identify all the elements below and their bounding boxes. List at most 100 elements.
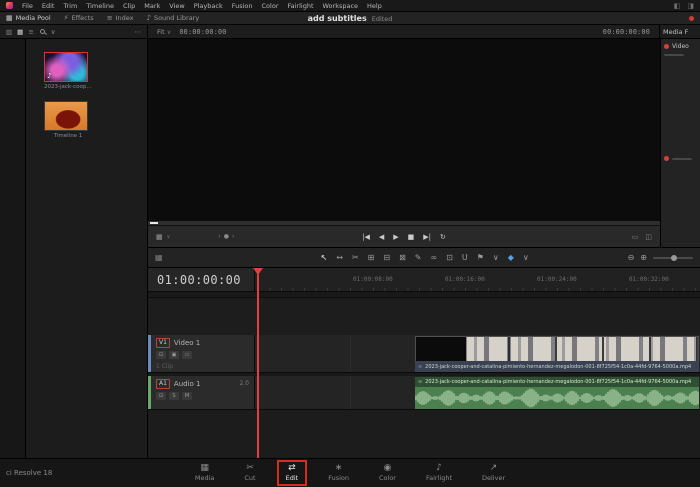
index-button[interactable]: ≡ Index <box>107 14 134 22</box>
page-edit-button[interactable]: ⇄ Edit <box>276 460 308 486</box>
playhead[interactable] <box>257 268 259 458</box>
media-pool-button[interactable]: ▦ Media Pool <box>6 14 51 22</box>
thumbnail-view-button[interactable]: ▦ <box>17 28 23 36</box>
linked-selection-button[interactable]: ∞ <box>430 253 437 262</box>
go-to-start-button[interactable]: |◀ <box>362 233 370 241</box>
panel-slider[interactable] <box>672 157 692 160</box>
timeline-video-clip[interactable]: ∞ 2023-jack-cooper-and-catalina-pimiento… <box>415 336 699 372</box>
panel-slider[interactable] <box>664 54 684 56</box>
menu-item[interactable]: Clip <box>123 2 135 10</box>
page-color-button[interactable]: ◉ Color <box>372 462 403 484</box>
page-fusion-button[interactable]: ∗ Fusion <box>321 462 356 484</box>
video-track-destination-badge[interactable]: V1 <box>156 338 170 348</box>
menu-item[interactable]: Fusion <box>232 2 253 10</box>
insert-clip-button[interactable]: ⊞ <box>368 253 375 262</box>
audio-track-destination-badge[interactable]: A1 <box>156 379 170 389</box>
zoom-fit-dropdown[interactable]: Fit ∨ <box>157 28 171 36</box>
timeline-audio-clip[interactable]: ∞ 2023-jack-cooper-and-catalina-pimiento… <box>415 377 699 409</box>
menu-item[interactable]: File <box>22 2 33 10</box>
record-enable-icon[interactable] <box>664 156 669 161</box>
jog-dot[interactable]: ● <box>224 233 229 240</box>
overwrite-clip-button[interactable]: ⊟ <box>383 253 390 262</box>
replace-clip-button[interactable]: ⊠ <box>399 253 406 262</box>
sort-dropdown-caret[interactable]: ∨ <box>51 28 56 36</box>
jog-back-button[interactable]: ‹ <box>218 233 220 240</box>
layout-right-icon[interactable]: ◨ <box>687 2 694 10</box>
audio-channel-count: 2.0 <box>239 380 249 387</box>
stop-button[interactable]: ■ <box>408 233 415 241</box>
mute-button[interactable]: M <box>182 392 192 400</box>
sub-toolbar-row: ▥ ▦ ≡ ∨ ⋯ Fit ∨ 00:00:00:00 00:00:00:00 Me… <box>0 25 700 39</box>
step-back-button[interactable]: ◀ <box>379 233 384 241</box>
menu-item[interactable]: Trim <box>63 2 77 10</box>
expand-viewer-icon[interactable]: ◫ <box>645 233 652 241</box>
video-track-name[interactable]: Video 1 <box>174 339 200 347</box>
bin-list-strip[interactable] <box>0 39 26 458</box>
menu-item[interactable]: Playback <box>194 2 223 10</box>
audio-track-lane[interactable]: ∞ 2023-jack-cooper-and-catalina-pimiento… <box>255 376 700 410</box>
razor-tool[interactable]: ✂ <box>352 253 359 262</box>
jog-forward-button[interactable]: › <box>232 233 234 240</box>
menu-item[interactable]: Timeline <box>86 2 114 10</box>
source-timeline-dropdown[interactable]: ▦ ∨ <box>156 233 170 241</box>
more-options-button[interactable]: ⋯ <box>135 28 142 36</box>
track-enable-icon[interactable]: ▭ <box>182 351 192 359</box>
list-view-button[interactable]: ≡ <box>28 28 33 36</box>
position-lock-button[interactable]: ⊡ <box>446 253 453 262</box>
menu-item[interactable]: Color <box>262 2 279 10</box>
layout-left-icon[interactable]: ◧ <box>674 2 681 10</box>
menu-item[interactable]: Mark <box>144 2 160 10</box>
import-media-icon[interactable]: ▥ <box>6 28 12 36</box>
timeline-ruler[interactable]: 01:00:08:00 01:00:16:00 01:00:24:00 01:00:3… <box>255 268 700 292</box>
flag-button[interactable]: ⚑ <box>477 253 484 262</box>
media-clip-thumbnail[interactable]: ♪ <box>44 52 88 82</box>
menu-item[interactable]: Workspace <box>323 2 359 10</box>
status-indicator-icon[interactable] <box>689 15 694 21</box>
zoom-slider[interactable] <box>653 254 693 261</box>
timeline-clip-card[interactable]: Timeline 1 <box>44 101 94 139</box>
menu-item[interactable]: View <box>169 2 184 10</box>
audio-track-name[interactable]: Audio 1 <box>174 380 201 388</box>
viewer-duration-timecode[interactable]: 00:00:00:00 <box>603 28 650 36</box>
scrub-playhead[interactable] <box>150 222 158 224</box>
menu-item[interactable]: Edit <box>42 2 55 10</box>
search-icon[interactable] <box>39 29 45 34</box>
lock-icon[interactable]: ⊡ <box>156 392 166 400</box>
auto-select-icon[interactable]: ▣ <box>169 351 179 359</box>
timeline-thumbnail[interactable] <box>44 101 88 131</box>
app-logo-icon[interactable] <box>6 2 13 9</box>
trim-edit-mode-tool[interactable]: ↔ <box>336 253 343 262</box>
audio-track-controls: ⊡ S M <box>156 392 250 400</box>
menu-item[interactable]: Fairlight <box>288 2 314 10</box>
flag-dropdown[interactable]: ∨ <box>493 253 499 262</box>
page-cut-button[interactable]: ✂ Cut <box>237 462 262 484</box>
record-enable-icon[interactable] <box>664 44 669 49</box>
cinema-viewer-icon[interactable]: ▭ <box>632 233 639 241</box>
video-track-header[interactable]: V1 Video 1 ⊡ ▣ ▭ 1 Clip <box>148 335 255 373</box>
viewer-timecode[interactable]: 00:00:00:00 <box>179 28 226 36</box>
zoom-out-button[interactable]: ⊖ <box>628 253 635 262</box>
lock-icon[interactable]: ⊡ <box>156 351 166 359</box>
project-status: Edited <box>371 14 393 23</box>
sound-library-button[interactable]: ♪ Sound Library <box>146 14 199 22</box>
selection-mode-tool[interactable]: ↖ <box>321 253 328 262</box>
step-forward-button[interactable]: ▶| <box>423 233 431 241</box>
timeline-select-icon[interactable]: ▦ <box>155 253 163 262</box>
page-media-button[interactable]: ▦ Media <box>188 462 222 484</box>
video-track-lane[interactable]: ∞ 2023-jack-cooper-and-catalina-pimiento… <box>255 335 700 373</box>
snapping-button[interactable]: U <box>462 253 468 262</box>
loop-button[interactable]: ↻ <box>440 233 446 241</box>
audio-track-header[interactable]: A1 Audio 1 2.0 ⊡ S M <box>148 376 255 410</box>
effects-button[interactable]: ⚡ Effects <box>64 14 94 22</box>
timeline-timecode[interactable]: 01:00:00:00 <box>148 268 255 292</box>
marker-dropdown[interactable]: ∨ <box>523 253 529 262</box>
menu-item[interactable]: Help <box>367 2 382 10</box>
zoom-in-button[interactable]: ⊕ <box>640 253 647 262</box>
marker-button[interactable]: ◆ <box>508 253 514 262</box>
solo-button[interactable]: S <box>169 392 179 400</box>
page-deliver-button[interactable]: ↗ Deliver <box>475 462 512 484</box>
page-fairlight-button[interactable]: ♪ Fairlight <box>419 462 459 484</box>
play-button[interactable]: ▶ <box>393 233 398 241</box>
media-clip-card[interactable]: ♪ 2023-jack-cooper-... <box>44 52 94 90</box>
curve-editor-button[interactable]: ✎ <box>415 253 422 262</box>
